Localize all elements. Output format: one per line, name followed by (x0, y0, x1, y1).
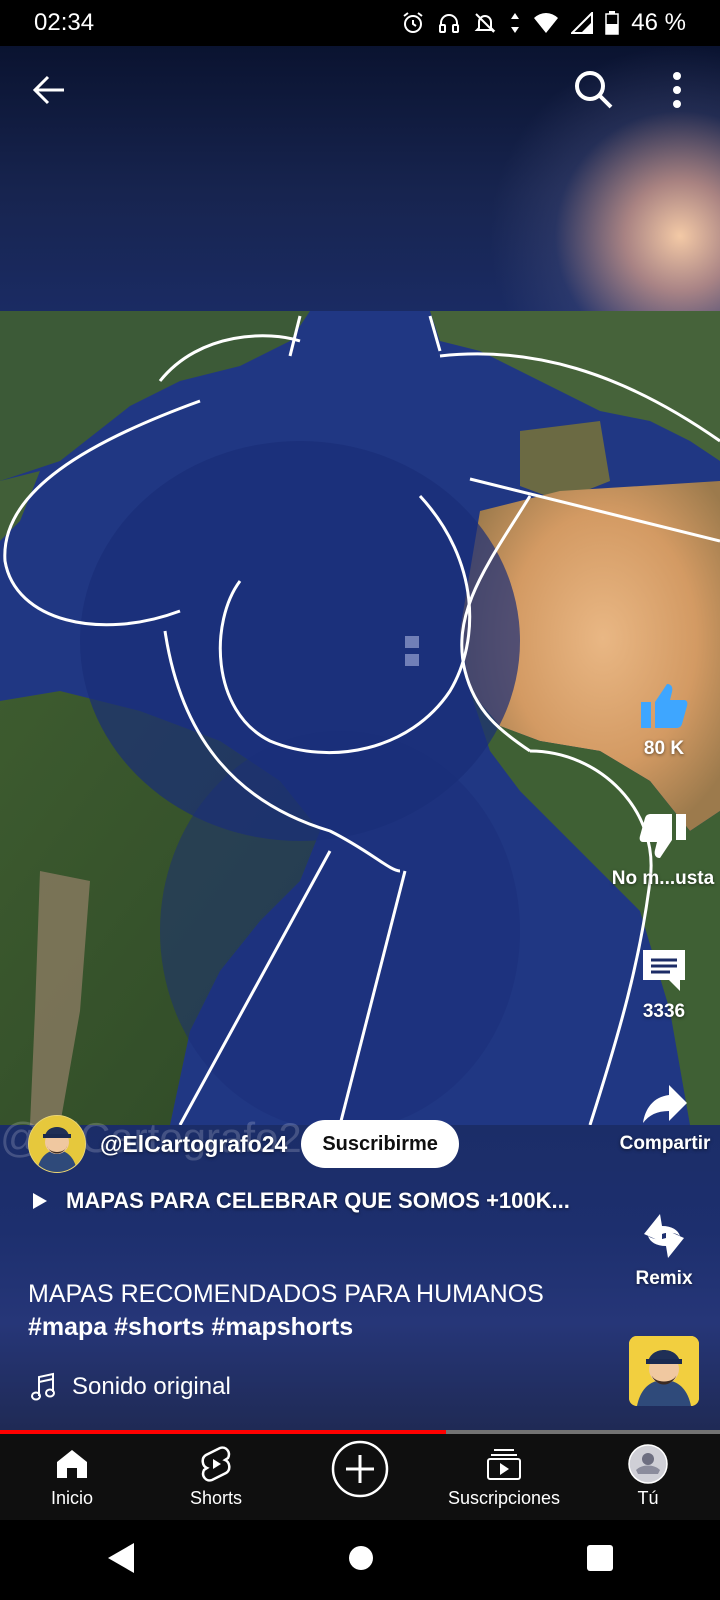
channel-handle[interactable]: @ElCartografo24 (100, 1131, 287, 1158)
share-label: Compartir (619, 1133, 711, 1154)
nav-shorts[interactable]: Shorts (144, 1434, 288, 1520)
system-home-icon[interactable] (347, 1544, 375, 1577)
remix-icon (634, 1200, 694, 1260)
nav-home-label: Inicio (50, 1488, 94, 1508)
nav-shorts-label: Shorts (189, 1488, 243, 1508)
channel-row: @ElCartografo24 Suscribirme (28, 1115, 459, 1173)
headphones-icon (437, 11, 461, 35)
subscribe-button[interactable]: Suscribirme (301, 1120, 459, 1168)
remix-label: Remix (635, 1268, 693, 1289)
data-arrows-icon (509, 11, 521, 35)
profile-avatar (628, 1444, 668, 1484)
alarm-icon (401, 11, 425, 35)
remix-button[interactable]: Remix (604, 1200, 720, 1290)
nav-subscriptions[interactable]: Suscripciones (432, 1434, 576, 1520)
playlist-title: MAPAS PARA CELEBRAR QUE SOMOS +100K... (66, 1188, 570, 1213)
nav-you[interactable]: Tú (576, 1434, 720, 1520)
comments-button[interactable]: 3336 (604, 933, 720, 1023)
back-arrow-icon[interactable] (28, 68, 72, 112)
dislike-label: No m...usta (611, 868, 715, 889)
channel-avatar[interactable] (28, 1115, 86, 1173)
subscriptions-icon (486, 1444, 522, 1484)
signal-icon (571, 12, 594, 34)
bottom-navigation: Inicio Shorts Suscripciones Tú (0, 1434, 720, 1520)
system-navigation-bar (0, 1520, 720, 1600)
battery-percent: 46 % (631, 9, 686, 36)
bell-off-icon (473, 11, 497, 35)
home-icon (55, 1444, 89, 1484)
nav-subscriptions-label: Suscripciones (447, 1488, 561, 1508)
more-vert-icon[interactable] (662, 68, 692, 112)
thumb-up-icon (634, 670, 694, 730)
thumb-down-icon (633, 800, 693, 860)
nav-home[interactable]: Inicio (0, 1434, 144, 1520)
playlist-link[interactable]: MAPAS PARA CELEBRAR QUE SOMOS +100K... (32, 1188, 570, 1214)
description-title: MAPAS RECOMENDADOS PARA HUMANOS (28, 1280, 544, 1308)
sound-link[interactable]: Sonido original (30, 1372, 231, 1402)
share-arrow-icon (635, 1065, 695, 1125)
like-count: 80 K (643, 738, 685, 759)
wifi-icon (533, 12, 559, 34)
status-icons: 46 % (401, 9, 686, 37)
status-bar: 02:34 46 % (0, 0, 720, 46)
dislike-button[interactable]: No m...usta (603, 800, 720, 890)
sound-label: Sonido original (72, 1373, 231, 1400)
description-hashtags[interactable]: #mapa #shorts #mapshorts (28, 1311, 588, 1344)
system-back-icon[interactable] (106, 1541, 136, 1580)
system-recents-icon[interactable] (586, 1544, 614, 1577)
comments-count: 3336 (642, 1001, 686, 1022)
shorts-icon (200, 1444, 232, 1484)
music-note-icon (31, 1372, 55, 1401)
like-button[interactable]: 80 K (604, 670, 720, 760)
nav-create[interactable] (288, 1434, 432, 1520)
sound-thumbnail[interactable] (629, 1336, 699, 1406)
create-plus-icon (331, 1438, 389, 1500)
battery-icon (605, 11, 620, 35)
status-time: 02:34 (34, 9, 95, 36)
play-icon (33, 1193, 47, 1209)
share-button[interactable]: Compartir (605, 1065, 720, 1155)
video-description[interactable]: MAPAS RECOMENDADOS PARA HUMANOS #mapa #s… (28, 1278, 588, 1344)
search-icon[interactable] (572, 68, 616, 112)
comment-icon (634, 933, 694, 993)
nav-you-label: Tú (637, 1488, 659, 1508)
